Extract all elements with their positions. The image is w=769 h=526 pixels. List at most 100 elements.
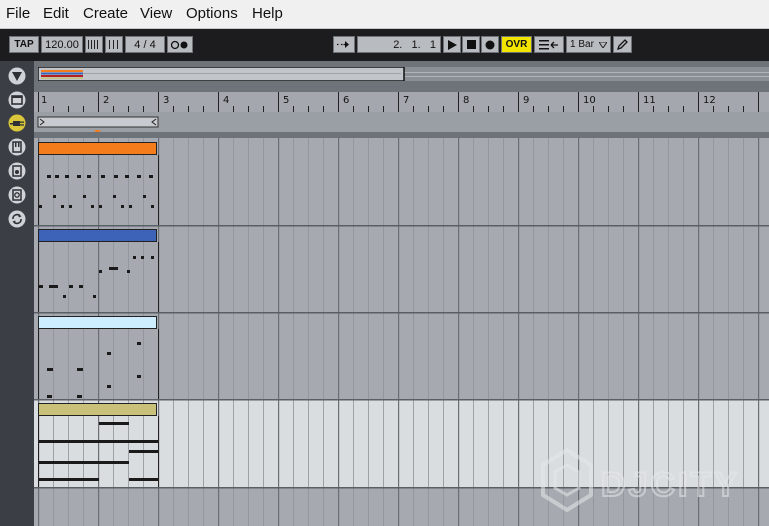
- midi-note: [55, 175, 59, 178]
- bar-number-10: 10: [583, 95, 596, 106]
- watermark-text: DJCITY: [601, 466, 740, 504]
- play-icon: [447, 39, 457, 50]
- midi-note: [125, 175, 129, 178]
- bar-number-11: 11: [643, 95, 656, 106]
- grid-line: [473, 138, 474, 526]
- audio-effect-icon[interactable]: [8, 186, 26, 204]
- nudge-up-icon: [109, 40, 118, 49]
- grid-line: [443, 138, 444, 526]
- menu-view[interactable]: View: [140, 5, 172, 22]
- midi-note: [99, 270, 102, 273]
- record-button[interactable]: [481, 36, 499, 53]
- grid-line: [353, 138, 354, 526]
- stop-icon: [466, 40, 476, 49]
- grid-line: [503, 138, 504, 526]
- grid-line: [533, 138, 534, 526]
- midi-note: [65, 175, 69, 178]
- midi-note: [69, 205, 72, 208]
- menu-bar: File Edit Create View Options Help: [0, 0, 769, 29]
- overview-strip[interactable]: [37, 66, 769, 82]
- grid-line: [488, 138, 489, 526]
- midi-note: [114, 175, 118, 178]
- drum-icon[interactable]: [8, 162, 26, 180]
- midi-note: [49, 285, 58, 288]
- bar-number-5: 5: [283, 95, 290, 106]
- bar-number-3: 3: [163, 95, 170, 106]
- midi-note: [39, 285, 43, 288]
- midi-note: [69, 285, 73, 288]
- menu-edit[interactable]: Edit: [43, 5, 69, 22]
- midi-note: [107, 352, 111, 355]
- midi-note: [39, 440, 158, 443]
- orange-clip[interactable]: [38, 142, 157, 155]
- loop-brace: [34, 116, 769, 138]
- song-position-field[interactable]: 2. 1. 1: [357, 36, 441, 53]
- grid-line: [323, 138, 324, 526]
- grid-line: [458, 138, 460, 526]
- midi-note: [63, 295, 66, 298]
- grid-line: [278, 138, 280, 526]
- tempo-field[interactable]: 120.00: [41, 36, 83, 53]
- nudge-down-icon: [88, 40, 98, 49]
- menu-options[interactable]: Options: [186, 5, 238, 22]
- orange-clip-body[interactable]: [38, 155, 159, 225]
- menu-help[interactable]: Help: [252, 5, 283, 22]
- overview-graphic: [37, 66, 769, 82]
- plug-icon[interactable]: [8, 114, 26, 132]
- grid-line: [218, 138, 220, 526]
- ruler-tick: [158, 92, 159, 112]
- ruler-tick: [458, 92, 459, 112]
- midi-note: [47, 368, 53, 371]
- bar-number-6: 6: [343, 95, 350, 106]
- midi-note: [143, 195, 146, 198]
- insert-marker-icon: [539, 39, 558, 49]
- midi-note: [151, 205, 154, 208]
- grid-line: [233, 138, 234, 526]
- blue-clip[interactable]: [38, 229, 157, 242]
- beat-time-ruler[interactable]: 1 2 3 4 5 6 7 8 9 10 11 12: [34, 92, 769, 112]
- tap-tempo-button[interactable]: TAP: [9, 36, 39, 53]
- loop-icon[interactable]: [8, 210, 26, 228]
- midi-note: [109, 267, 118, 270]
- midi-note: [137, 175, 141, 178]
- midi-note: [99, 422, 129, 425]
- midi-note: [47, 175, 51, 178]
- metronome-button[interactable]: [167, 36, 193, 53]
- bar-number-12: 12: [703, 95, 716, 106]
- quantize-dropdown[interactable]: 1 Bar: [566, 36, 611, 53]
- chevron-down-icon: [598, 41, 607, 48]
- midi-note: [39, 205, 42, 208]
- midi-note: [129, 450, 158, 453]
- nudge-up-button[interactable]: [105, 36, 123, 53]
- midi-note: [137, 375, 141, 378]
- midi-note: [39, 478, 99, 481]
- ovr-button[interactable]: OVR: [501, 36, 532, 53]
- transport-bar: TAP 120.00 4 / 4 2. 1. 1 OVR 1 Bar: [0, 29, 769, 61]
- nudge-down-button[interactable]: [85, 36, 103, 53]
- ruler-tick: [218, 92, 219, 112]
- olive-clip-body[interactable]: [38, 416, 159, 487]
- midi-note: [83, 195, 86, 198]
- ruler-tick: [338, 92, 339, 112]
- menu-create[interactable]: Create: [83, 5, 128, 22]
- grid-line: [413, 138, 414, 526]
- midi-note: [77, 175, 81, 178]
- stop-button[interactable]: [462, 36, 480, 53]
- ruler-tick: [278, 92, 279, 112]
- play-button[interactable]: [443, 36, 461, 53]
- time-signature-field[interactable]: 4 / 4: [125, 36, 165, 53]
- instrument-icon[interactable]: [8, 138, 26, 156]
- midi-note: [133, 256, 136, 259]
- browser-icon[interactable]: [8, 91, 26, 109]
- olive-clip[interactable]: [38, 403, 157, 416]
- draw-mode-button[interactable]: [534, 36, 564, 53]
- follow-button[interactable]: [333, 36, 355, 53]
- lightblue-clip-body[interactable]: [38, 329, 159, 399]
- loop-region-bar[interactable]: [34, 112, 769, 138]
- pencil-button[interactable]: [613, 36, 632, 53]
- menu-file[interactable]: File: [6, 5, 30, 22]
- blue-clip-body[interactable]: [38, 242, 159, 312]
- midi-note: [149, 175, 153, 178]
- triangle-down-icon[interactable]: [8, 67, 26, 85]
- lightblue-clip[interactable]: [38, 316, 157, 329]
